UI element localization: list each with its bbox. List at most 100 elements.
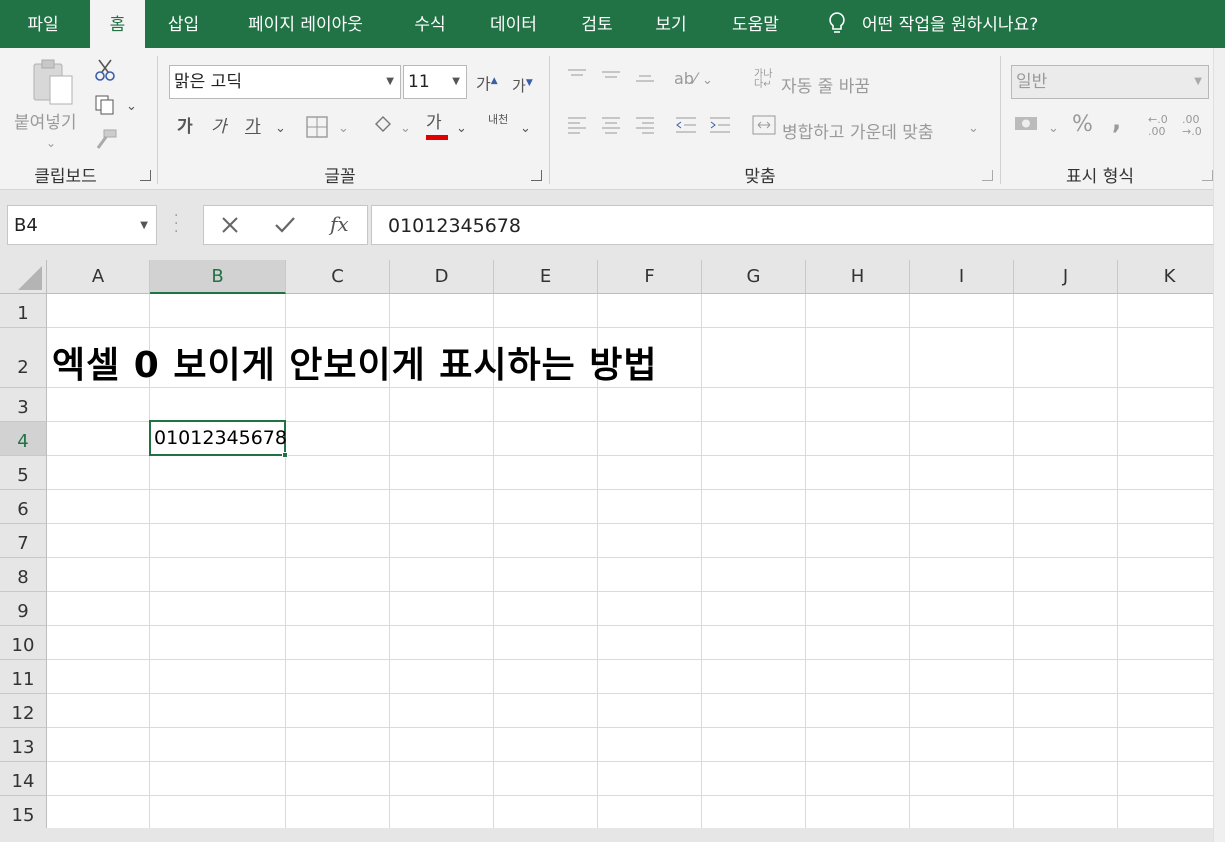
row-header-3[interactable]: 3 [0,388,47,422]
tab-data[interactable]: 데이터 [476,0,551,48]
row-header-12[interactable]: 12 [0,694,47,728]
orientation-dropdown-icon[interactable]: ⌄ [702,70,713,92]
active-cell-b4[interactable]: 01012345678 [149,420,287,456]
align-center-icon[interactable] [600,114,622,142]
enter-check-icon[interactable] [274,215,296,239]
font-color-button[interactable]: 가 [426,112,448,140]
accounting-dropdown-icon[interactable]: ⌄ [1048,118,1059,140]
sheet-title-cell-a2[interactable]: 엑셀 0 보이게 안보이게 표시하는 방법 [52,336,658,388]
row-header-5[interactable]: 5 [0,456,47,490]
font-name-combo[interactable]: 맑은 고딕 ▼ [169,65,401,99]
wrap-text-icon[interactable]: 가나 다↵ [754,70,772,90]
row-header-11[interactable]: 11 [0,660,47,694]
name-box[interactable]: B4 ▼ [7,205,157,245]
underline-dropdown-icon[interactable]: ⌄ [275,118,286,140]
cut-icon[interactable] [94,58,116,88]
copy-dropdown-icon[interactable]: ⌄ [126,96,137,118]
underline-button[interactable]: 가 [245,116,261,138]
orientation-icon[interactable]: ab⁄ [674,68,697,90]
borders-dropdown-icon[interactable]: ⌄ [338,118,349,140]
column-header-k[interactable]: K [1118,260,1222,294]
bold-button[interactable]: 가 [177,116,193,138]
horizontal-scrollbar[interactable] [0,828,1225,842]
column-header-f[interactable]: F [598,260,702,294]
accounting-format-icon[interactable] [1014,114,1040,140]
column-header-d[interactable]: D [390,260,494,294]
number-format-combo[interactable]: 일반 ▼ [1011,65,1209,99]
row-header-15[interactable]: 15 [0,796,47,830]
lightbulb-icon[interactable] [822,0,852,48]
tab-help[interactable]: 도움말 [718,0,793,48]
tab-home[interactable]: 홈 [90,0,145,48]
font-size-combo[interactable]: 11 ▼ [403,65,467,99]
row-header-8[interactable]: 8 [0,558,47,592]
font-launcher-icon[interactable] [531,170,542,181]
row-header-6[interactable]: 6 [0,490,47,524]
comma-style-button[interactable]: , [1112,109,1121,133]
merge-center-button[interactable]: 병합하고 가운데 맞춤 [782,118,934,143]
paste-dropdown-icon[interactable]: ⌄ [46,132,56,154]
vertical-scrollbar[interactable] [1213,48,1225,842]
phonetic-dropdown-icon[interactable]: ⌄ [520,118,531,140]
column-header-c[interactable]: C [286,260,390,294]
tab-review[interactable]: 검토 [568,0,626,48]
row-header-1[interactable]: 1 [0,294,47,328]
separator [549,56,550,184]
row-header-10[interactable]: 10 [0,626,47,660]
tab-formulas[interactable]: 수식 [400,0,460,48]
paste-icon[interactable] [30,58,76,114]
alignment-launcher-icon[interactable] [982,170,993,181]
phonetic-guide-button[interactable]: 내천 [488,114,510,126]
column-header-h[interactable]: H [806,260,910,294]
tab-page-layout[interactable]: 페이지 레이아웃 [228,0,383,48]
column-header-j[interactable]: J [1014,260,1118,294]
copy-icon[interactable] [94,94,116,122]
row-header-9[interactable]: 9 [0,592,47,626]
align-top-icon[interactable] [566,66,588,90]
align-right-icon[interactable] [634,114,656,142]
column-header-e[interactable]: E [494,260,598,294]
tab-insert[interactable]: 삽입 [156,0,211,48]
row-header-2[interactable]: 2 [0,328,47,388]
fill-color-dropdown-icon[interactable]: ⌄ [400,118,411,140]
select-all-button[interactable] [0,260,47,294]
align-middle-icon[interactable] [600,66,622,90]
insert-function-button[interactable]: fx [330,212,349,236]
decrease-indent-icon[interactable] [674,114,698,142]
clipboard-launcher-icon[interactable] [140,170,151,181]
formula-input[interactable]: 01012345678 [371,205,1225,245]
increase-decimal-button[interactable]: ←.0 .00 [1148,114,1172,138]
wrap-text-button[interactable]: 자동 줄 바꿈 [781,72,870,97]
fill-handle[interactable] [282,452,288,458]
row-header-13[interactable]: 13 [0,728,47,762]
formula-bar-splitter-icon[interactable]: · · · [174,209,178,239]
increase-indent-icon[interactable] [708,114,732,142]
font-color-dropdown-icon[interactable]: ⌄ [456,118,467,140]
worksheet-grid[interactable]: ABCDEFGHIJK 1 2 3 4 5 6 7 8 9 10 11 12 13 14 15 엑셀 0 보… [0,260,1225,842]
column-header-b[interactable]: B [150,260,286,294]
align-left-icon[interactable] [566,114,588,142]
fill-color-icon[interactable] [372,114,394,144]
shrink-font-button[interactable]: 가▼ [512,72,533,97]
decrease-decimal-button[interactable]: .00 →.0 [1182,114,1208,138]
tell-me-search[interactable]: 어떤 작업을 원하시나요? [862,0,1072,48]
merge-center-icon[interactable] [752,114,776,142]
number-launcher-icon[interactable] [1202,170,1213,181]
percent-style-button[interactable]: % [1072,114,1093,136]
align-bottom-icon[interactable] [634,66,656,90]
column-header-g[interactable]: G [702,260,806,294]
column-header-i[interactable]: I [910,260,1014,294]
column-header-a[interactable]: A [47,260,150,294]
borders-icon[interactable] [306,116,328,144]
paste-label[interactable]: 붙여넣기 [14,108,77,133]
tab-view[interactable]: 보기 [642,0,700,48]
grow-font-button[interactable]: 가▲ [476,70,498,95]
merge-dropdown-icon[interactable]: ⌄ [968,118,979,140]
tab-file[interactable]: 파일 [14,0,72,48]
row-header-14[interactable]: 14 [0,762,47,796]
row-header-7[interactable]: 7 [0,524,47,558]
italic-button[interactable]: 가 [211,116,227,138]
cancel-icon[interactable] [220,215,240,239]
format-painter-icon[interactable] [94,128,118,156]
row-header-4[interactable]: 4 [0,422,47,456]
